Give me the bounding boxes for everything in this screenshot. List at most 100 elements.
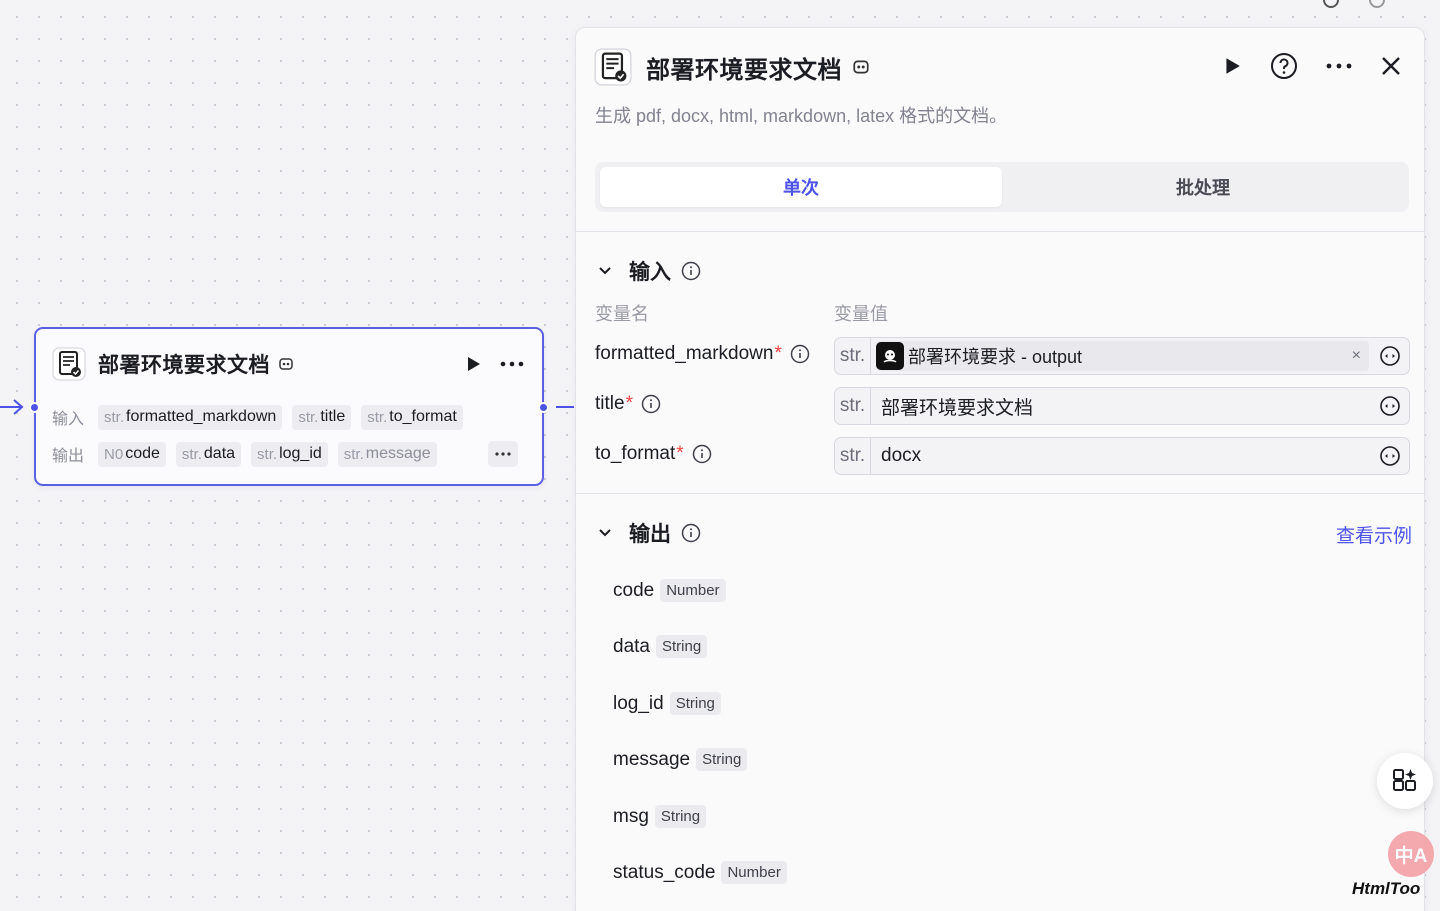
param-name: formatted_markdown [595, 343, 774, 364]
translate-button[interactable]: 中A [1388, 831, 1434, 877]
input-chip: str. to_format [361, 404, 463, 430]
more-options-icon[interactable] [500, 361, 524, 367]
info-icon[interactable] [692, 444, 712, 464]
info-icon[interactable] [681, 523, 701, 543]
input-port[interactable] [29, 402, 40, 413]
workflow-node-card[interactable]: 部署环境要求文档 输入 str. formatted_markdown str. t… [29, 327, 549, 486]
help-icon[interactable] [1270, 52, 1298, 80]
type-tag: str. [367, 408, 388, 426]
toolbar-icon[interactable] [1323, 0, 1339, 8]
node-settings-panel: 部署环境要求文档 生成 pdf, docx, html, markdown, l… [575, 27, 1425, 911]
output-name: data [613, 635, 650, 657]
output-section-title: 输出 [629, 523, 671, 546]
reference-text: 部署环境要求 - output [908, 347, 1083, 367]
column-header-value: 变量值 [834, 304, 888, 324]
output-type-badge: String [655, 635, 708, 658]
variable-picker-icon[interactable] [1379, 345, 1401, 367]
output-section-header[interactable]: 输出 [595, 518, 701, 548]
bot-avatar-icon [876, 342, 904, 370]
output-chip: N0 code [98, 441, 166, 467]
clear-reference-button[interactable]: × [1352, 347, 1361, 365]
type-tag: str. [104, 408, 125, 426]
node-title: 部署环境要求文档 [98, 354, 270, 377]
output-item: status_code Number [613, 861, 787, 884]
type-tag: str. [835, 388, 871, 424]
more-outputs-button[interactable] [488, 441, 518, 467]
chevron-down-icon[interactable] [595, 523, 615, 543]
watermark: HtmlToo [1352, 879, 1421, 898]
variable-picker-icon[interactable] [1379, 395, 1401, 417]
plugin-badge-icon [852, 58, 870, 76]
outputs-label: 输出 [52, 448, 85, 465]
variable-reference[interactable]: 部署环境要求 - output × [876, 341, 1369, 371]
toolbar-icon[interactable] [1369, 0, 1385, 8]
more-options-icon[interactable] [1326, 63, 1352, 69]
input-chip: str. title [292, 404, 352, 430]
divider [576, 231, 1424, 232]
output-type-badge: String [654, 805, 707, 828]
to-format-value[interactable]: docx [881, 445, 1369, 467]
type-tag: str. [835, 438, 871, 474]
input-chip: str. formatted_markdown [98, 404, 283, 430]
divider [576, 493, 1424, 494]
output-name: message [613, 748, 691, 770]
type-tag: str. [257, 445, 278, 463]
run-node-icon[interactable] [464, 355, 482, 373]
info-icon[interactable] [681, 261, 701, 281]
chip-name: log_id [279, 445, 322, 462]
output-item: data String [613, 635, 708, 658]
run-test-icon[interactable] [1222, 56, 1242, 76]
info-icon[interactable] [641, 394, 661, 414]
document-plugin-icon [594, 48, 632, 86]
output-type-badge: Number [660, 579, 726, 602]
title-field[interactable]: str. 部署环境要求文档 [834, 387, 1410, 425]
apps-sparkle-icon [1393, 769, 1416, 791]
output-name: status_code [613, 861, 716, 883]
required-mark: * [774, 343, 782, 364]
output-port[interactable] [538, 402, 549, 413]
param-title: title * [595, 393, 661, 415]
apps-float-button[interactable] [1377, 753, 1433, 809]
input-section-title: 输入 [629, 261, 671, 284]
chip-name: data [203, 445, 236, 462]
type-tag: str. [298, 408, 319, 426]
plugin-badge-icon [278, 356, 294, 372]
param-name: title [595, 393, 625, 414]
output-item: code Number [613, 579, 726, 602]
required-mark: * [676, 443, 684, 464]
outgoing-edge [556, 406, 574, 408]
node-outputs-row: 输出 N0 code str. data str. log_id str. messag… [52, 441, 437, 467]
view-example-link[interactable]: 查看示例 [1336, 521, 1412, 548]
output-item: log_id String [613, 692, 721, 715]
input-section-header[interactable]: 输入 [595, 256, 701, 286]
type-tag: str. [181, 445, 202, 463]
type-tag: N0 [104, 445, 124, 463]
column-header-name: 变量名 [595, 304, 649, 324]
formatted-markdown-field[interactable]: str. 部署环境要求 - output × [834, 337, 1410, 375]
panel-title: 部署环境要求文档 [646, 56, 842, 84]
output-chip: str. log_id [251, 441, 328, 467]
chip-name: message [365, 445, 431, 462]
output-name: log_id [613, 692, 664, 714]
output-type-badge: Number [721, 861, 787, 884]
output-item: msg String [613, 805, 707, 828]
chevron-down-icon[interactable] [595, 261, 615, 281]
output-type-badge: String [669, 692, 721, 715]
incoming-edge [0, 397, 26, 417]
output-chip: str. message [337, 441, 437, 467]
param-formatted-markdown: formatted_markdown * [595, 343, 810, 365]
required-mark: * [625, 393, 633, 414]
to-format-field[interactable]: str. docx [834, 437, 1410, 475]
info-icon[interactable] [790, 344, 810, 364]
output-name: msg [613, 805, 649, 827]
chip-name: formatted_markdown [126, 408, 277, 425]
type-tag: str. [835, 338, 871, 374]
tab-batch[interactable]: 批处理 [1002, 167, 1404, 207]
close-icon[interactable] [1380, 55, 1402, 77]
title-value[interactable]: 部署环境要求文档 [881, 393, 1369, 420]
inputs-label: 输入 [52, 411, 85, 428]
param-name: to_format [595, 443, 676, 464]
variable-picker-icon[interactable] [1379, 445, 1401, 467]
tab-single[interactable]: 单次 [600, 167, 1002, 207]
document-plugin-icon [52, 347, 86, 381]
